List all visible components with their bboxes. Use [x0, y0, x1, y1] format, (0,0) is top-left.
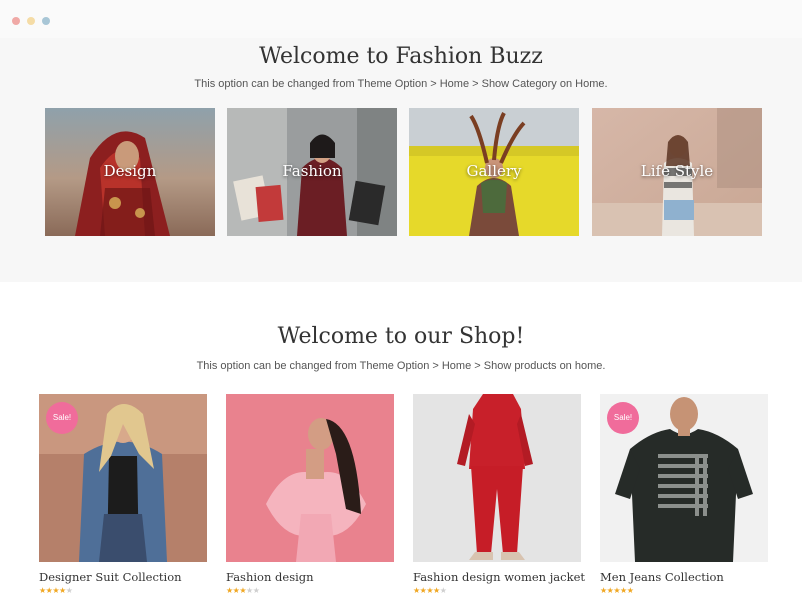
category-section-subtitle: This option can be changed from Theme Op…: [194, 78, 608, 90]
category-card-design[interactable]: Design: [45, 108, 215, 236]
star-icon: ★: [439, 586, 447, 595]
product-card[interactable]: Sale! Designer Suit Collection ★★★★★: [39, 394, 207, 595]
category-card-gallery[interactable]: Gallery: [409, 108, 579, 236]
category-label-fashion: Fashion: [282, 162, 342, 180]
star-icon: ★: [246, 586, 253, 595]
rating-stars: ★★★★★: [600, 587, 768, 595]
shop-section-subtitle: This option can be changed from Theme Op…: [196, 360, 606, 372]
star-icon: ★: [626, 586, 634, 595]
category-card-fashion[interactable]: Fashion: [227, 108, 397, 236]
sale-badge: Sale!: [607, 402, 639, 434]
product-image[interactable]: [413, 394, 581, 562]
star-icon: ★: [239, 586, 247, 595]
star-icon: ★: [613, 586, 621, 595]
window-maximize-button[interactable]: [42, 17, 50, 25]
star-icon: ★: [65, 586, 73, 595]
rating-stars: ★★★★★: [39, 587, 207, 595]
star-icon: ★: [600, 586, 607, 595]
star-icon: ★: [413, 586, 420, 595]
sale-badge: Sale!: [46, 402, 78, 434]
product-image[interactable]: Sale!: [39, 394, 207, 562]
window-close-button[interactable]: [12, 17, 20, 25]
category-label-design: Design: [103, 162, 157, 180]
star-icon: ★: [226, 586, 233, 595]
product-name[interactable]: Fashion design: [226, 570, 394, 584]
product-card[interactable]: Fashion design ★★★★★: [226, 394, 394, 595]
window-minimize-button[interactable]: [27, 17, 35, 25]
rating-stars: ★★★★★: [226, 587, 394, 595]
star-icon: ★: [426, 586, 434, 595]
category-card-life-style[interactable]: Life Style: [592, 108, 762, 236]
shop-section: Welcome to our Shop! This option can be …: [0, 282, 802, 602]
product-image[interactable]: [226, 394, 394, 562]
category-section: Welcome to Fashion Buzz This option can …: [0, 38, 802, 282]
product-photo-pink-dress: [226, 394, 394, 562]
star-icon: ★: [39, 586, 46, 595]
category-label-gallery: Gallery: [466, 162, 522, 180]
category-label-life-style: Life Style: [640, 162, 714, 180]
product-card[interactable]: Fashion design women jacket ★★★★★: [413, 394, 585, 595]
product-card[interactable]: Sale! Men Jeans Collection ★★★★★: [600, 394, 768, 595]
star-icon: ★: [59, 586, 66, 595]
product-name[interactable]: Fashion design women jacket: [413, 570, 585, 584]
star-icon: ★: [252, 586, 260, 595]
product-image[interactable]: Sale!: [600, 394, 768, 562]
category-section-title: Welcome to Fashion Buzz: [259, 44, 543, 69]
window-titlebar: [0, 0, 802, 38]
star-icon: ★: [433, 586, 440, 595]
product-name[interactable]: Men Jeans Collection: [600, 570, 768, 584]
star-icon: ★: [52, 586, 60, 595]
star-icon: ★: [620, 586, 627, 595]
product-photo-red-suit: [413, 394, 581, 562]
product-name[interactable]: Designer Suit Collection: [39, 570, 207, 584]
shop-section-title: Welcome to our Shop!: [277, 324, 525, 349]
rating-stars: ★★★★★: [413, 587, 581, 595]
